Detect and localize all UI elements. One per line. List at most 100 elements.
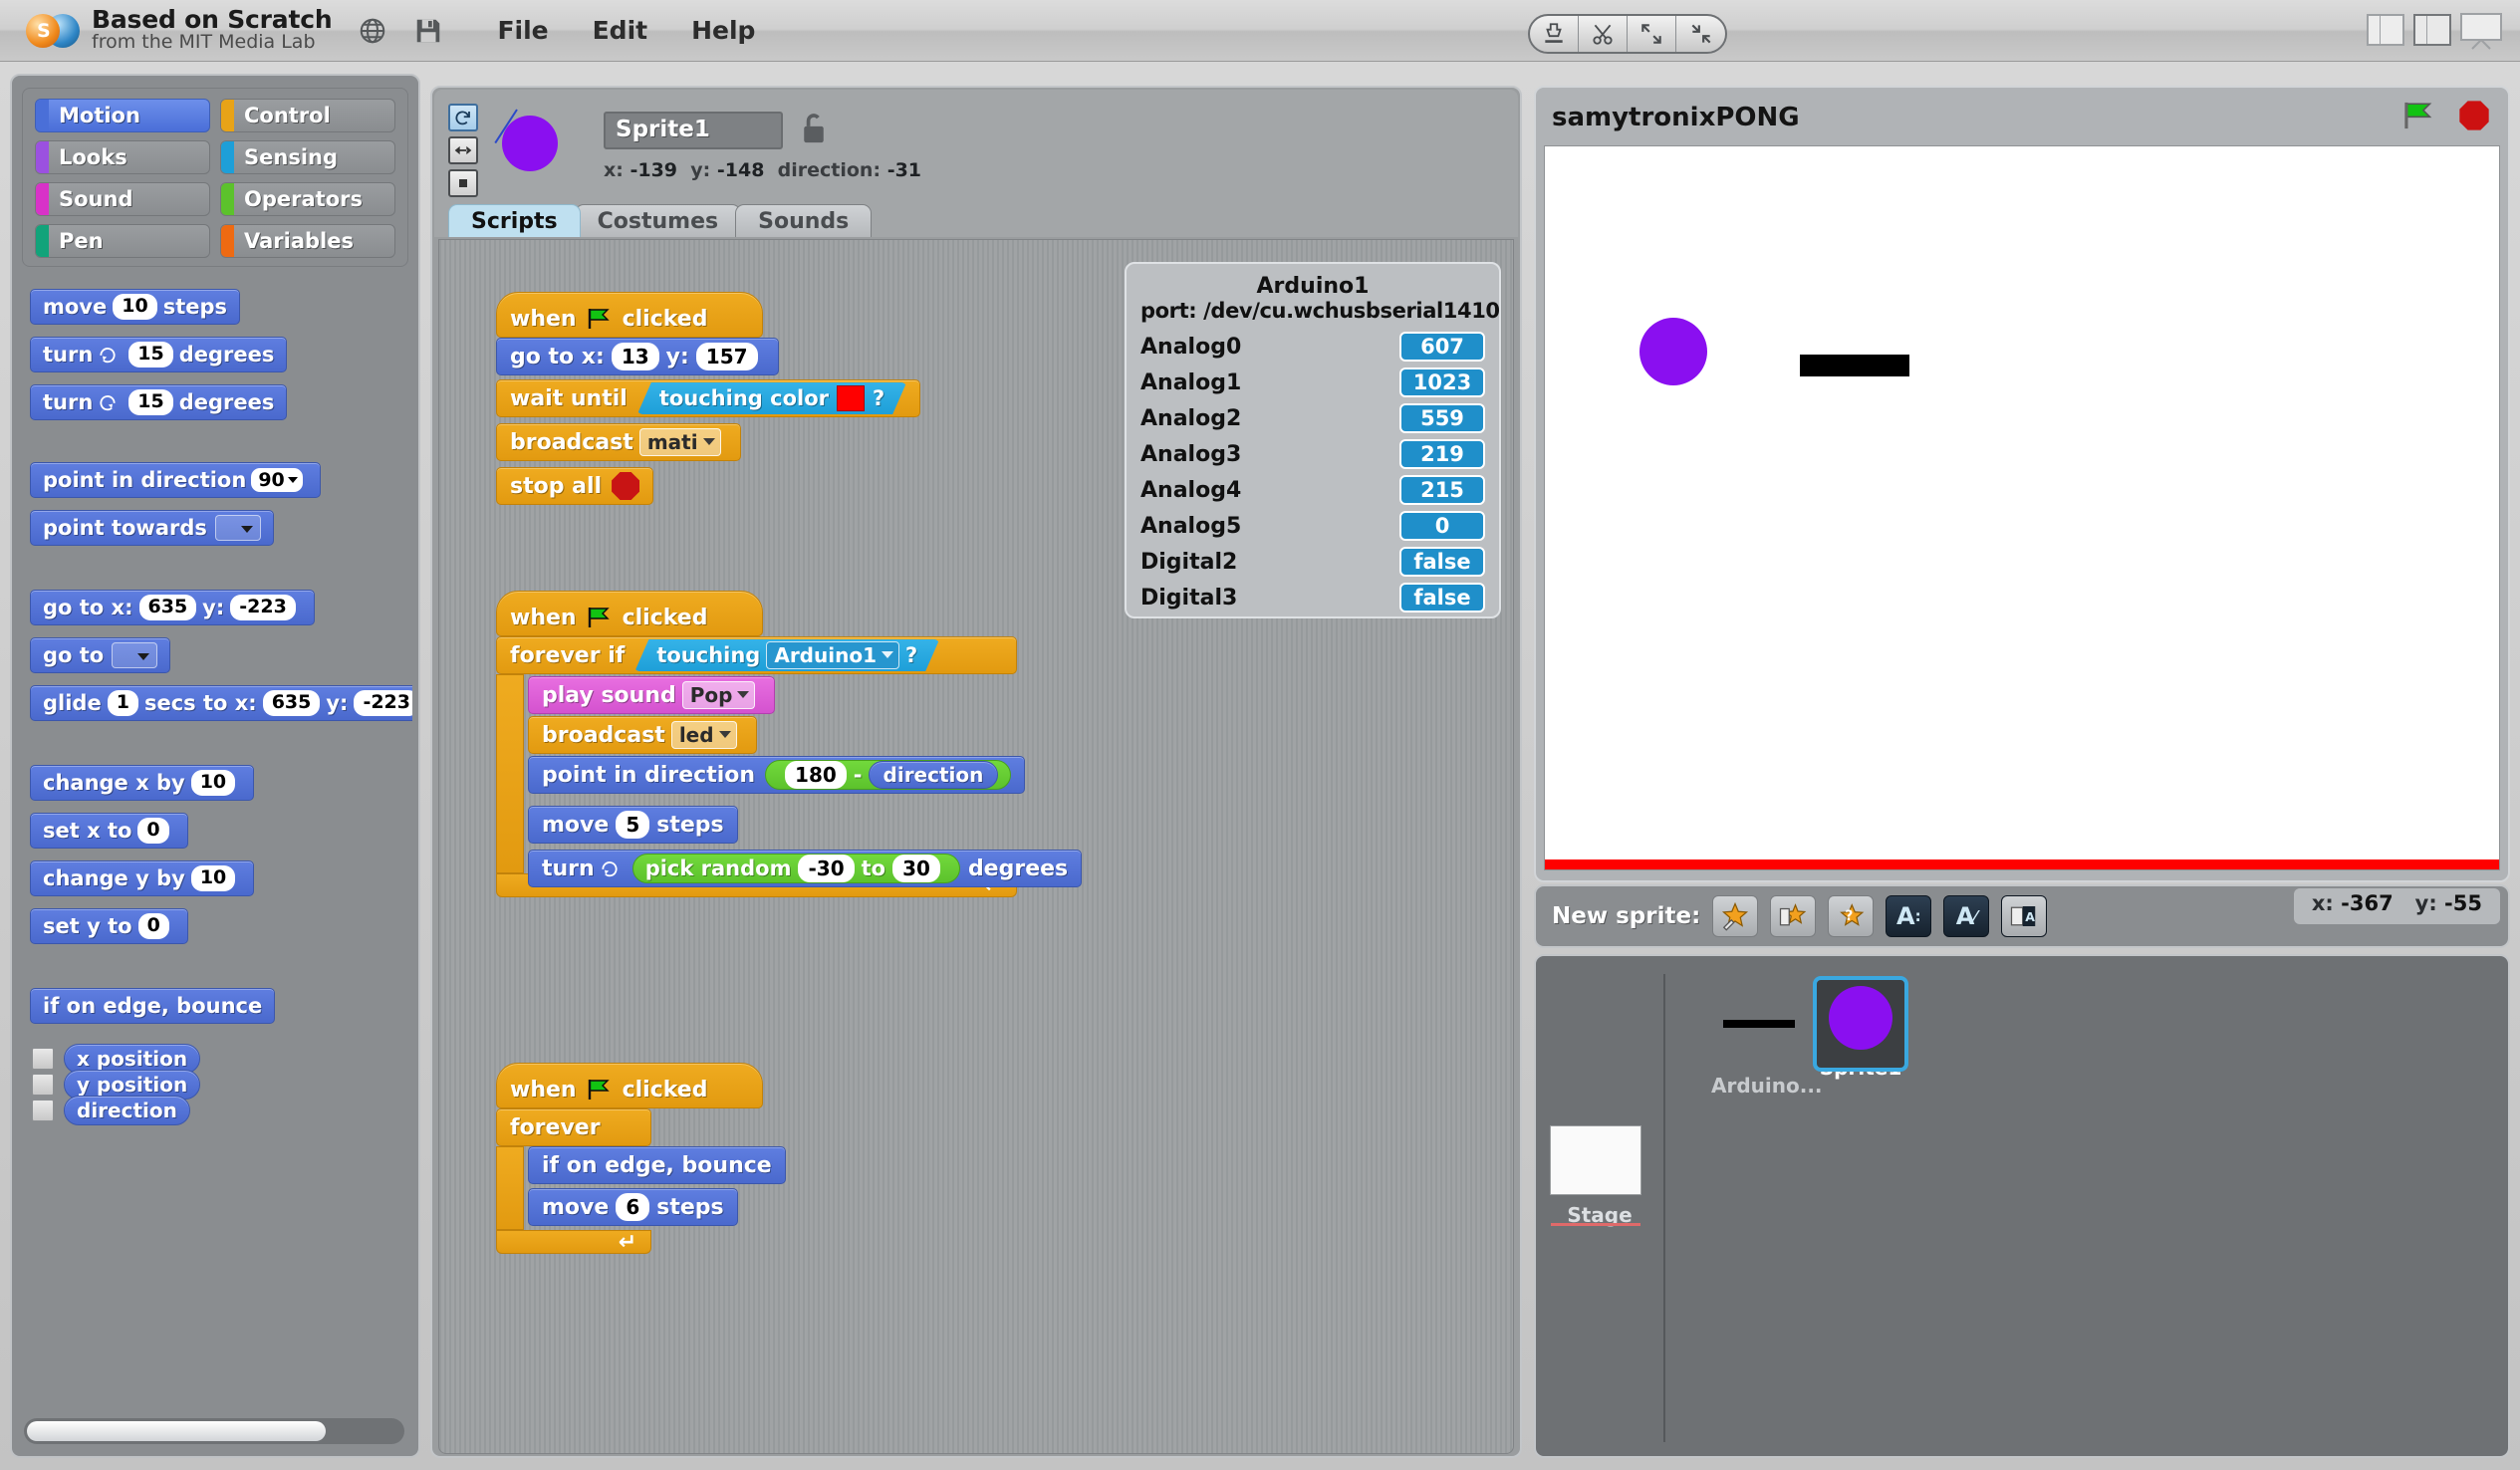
- script1-stop-all[interactable]: stop all: [496, 467, 653, 505]
- random-from-input[interactable]: -30: [798, 855, 854, 882]
- script3-move[interactable]: move 6 steps: [528, 1188, 738, 1226]
- palette-block-move[interactable]: move 10 steps: [30, 289, 240, 325]
- broadcast-message-dropdown[interactable]: mati: [639, 428, 721, 456]
- green-flag-button[interactable]: [2402, 101, 2436, 135]
- move-steps-input[interactable]: 6: [616, 1193, 649, 1221]
- set-y-input[interactable]: 0: [138, 913, 169, 939]
- unlocked-padlock-icon[interactable]: [801, 112, 827, 150]
- shrink-tool-button[interactable]: [1676, 16, 1725, 52]
- category-looks[interactable]: Looks: [35, 140, 210, 174]
- y-position-checkbox[interactable]: [32, 1074, 54, 1096]
- script2-when-flag-clicked[interactable]: when clicked: [496, 591, 763, 636]
- new-arduino-sprite-button[interactable]: A:: [1886, 895, 1931, 937]
- category-variables[interactable]: Variables: [220, 224, 395, 258]
- direction-reporter[interactable]: direction: [869, 761, 999, 789]
- set-x-input[interactable]: 0: [137, 818, 168, 844]
- category-operators[interactable]: Operators: [220, 182, 395, 216]
- palette-block-change-x[interactable]: change x by 10: [30, 765, 254, 801]
- palette-block-go-to[interactable]: go to: [30, 637, 170, 673]
- change-x-input[interactable]: 10: [191, 770, 235, 796]
- category-sensing[interactable]: Sensing: [220, 140, 395, 174]
- surprise-sprite-button[interactable]: ?: [1828, 895, 1874, 937]
- color-swatch[interactable]: [837, 385, 865, 411]
- touching-color-predicate[interactable]: touching color ?: [637, 382, 906, 414]
- sprite-cell-sprite1[interactable]: Sprite1: [1813, 976, 1908, 1080]
- x-position-checkbox[interactable]: [32, 1048, 54, 1070]
- no-rotate-icon-button[interactable]: [448, 169, 478, 197]
- script1-wait-until[interactable]: wait until touching color ?: [496, 379, 920, 417]
- menu-file[interactable]: File: [493, 14, 552, 47]
- palette-block-set-y[interactable]: set y to 0: [30, 908, 188, 944]
- palette-horizontal-scrollbar[interactable]: [24, 1418, 404, 1444]
- menu-help[interactable]: Help: [687, 14, 759, 47]
- random-to-input[interactable]: 30: [892, 855, 940, 882]
- palette-block-point-in-direction[interactable]: point in direction 90: [30, 462, 321, 498]
- duplicate-tool-button[interactable]: [1530, 16, 1579, 52]
- category-pen[interactable]: Pen: [35, 224, 210, 258]
- paint-arduino-sprite-button[interactable]: A⁄: [1943, 895, 1989, 937]
- script3-forever[interactable]: forever: [496, 1108, 651, 1146]
- direction-dropdown[interactable]: 90: [251, 468, 302, 492]
- sprite-cell-arduino[interactable]: Arduino...: [1711, 976, 1807, 1098]
- import-arduino-sprite-button[interactable]: A: [2001, 895, 2047, 937]
- flip-horizontal-icon-button[interactable]: [448, 136, 478, 164]
- touching-target-dropdown[interactable]: Arduino1: [766, 641, 899, 669]
- category-motion[interactable]: Motion: [35, 99, 210, 132]
- category-control[interactable]: Control: [220, 99, 395, 132]
- script1-when-flag-clicked[interactable]: when clicked: [496, 292, 763, 338]
- palette-block-change-y[interactable]: change y by 10: [30, 860, 254, 896]
- arduino-watcher-panel[interactable]: Arduino1 port: /dev/cu.wchusbserial1410 …: [1125, 262, 1501, 618]
- save-icon[interactable]: [413, 16, 443, 46]
- script1-broadcast[interactable]: broadcast mati: [496, 423, 741, 461]
- go-to-target-dropdown[interactable]: [112, 642, 157, 668]
- palette-block-glide[interactable]: glide 1 secs to x: 635 y: -223: [30, 685, 412, 721]
- script3-if-on-edge-bounce[interactable]: if on edge, bounce: [528, 1146, 786, 1184]
- presentation-mode-button[interactable]: [2460, 13, 2502, 47]
- palette-block-if-on-edge-bounce[interactable]: if on edge, bounce: [30, 988, 275, 1024]
- sprite-name-input[interactable]: Sprite1: [604, 112, 783, 149]
- globe-icon[interactable]: [358, 16, 387, 46]
- rotate-icon-button[interactable]: [448, 104, 478, 131]
- paddle-sprite[interactable]: [1800, 355, 1909, 376]
- pick-random-operator[interactable]: pick random -30 to 30: [632, 854, 960, 883]
- glide-y-input[interactable]: -223: [354, 690, 412, 716]
- goto-y-input[interactable]: 157: [696, 343, 758, 370]
- script2-turn[interactable]: turn pick random -30 to 30 degrees: [528, 850, 1082, 887]
- goto-y-input[interactable]: -223: [230, 595, 296, 620]
- script1-go-to-xy[interactable]: go to x: 13 y: 157: [496, 338, 779, 375]
- glide-x-input[interactable]: 635: [263, 690, 321, 716]
- sound-dropdown[interactable]: Pop: [682, 681, 756, 709]
- menu-edit[interactable]: Edit: [589, 14, 652, 47]
- goto-x-input[interactable]: 635: [139, 595, 197, 620]
- script2-broadcast[interactable]: broadcast led: [528, 716, 757, 754]
- direction-checkbox[interactable]: [32, 1100, 54, 1121]
- touching-predicate[interactable]: touching Arduino1 ?: [634, 639, 939, 671]
- palette-block-set-x[interactable]: set x to 0: [30, 813, 188, 849]
- script2-move[interactable]: move 5 steps: [528, 806, 738, 844]
- turn-degrees-input[interactable]: 15: [128, 342, 172, 368]
- palette-block-point-towards[interactable]: point towards: [30, 510, 274, 546]
- stage-canvas[interactable]: [1544, 145, 2500, 870]
- change-y-input[interactable]: 10: [191, 865, 235, 891]
- script2-point-in-direction[interactable]: point in direction 180 - direction: [528, 756, 1025, 794]
- palette-block-turn-cw[interactable]: turn 15 degrees: [30, 337, 287, 372]
- small-stage-layout-button[interactable]: [2367, 14, 2404, 46]
- scrollbar-thumb[interactable]: [27, 1421, 326, 1441]
- grow-tool-button[interactable]: [1628, 16, 1676, 52]
- point-towards-dropdown[interactable]: [215, 515, 261, 541]
- import-sprite-button[interactable]: [1770, 895, 1816, 937]
- script2-forever-if[interactable]: forever if touching Arduino1 ?: [496, 636, 1017, 674]
- move-steps-input[interactable]: 5: [616, 811, 649, 839]
- script3-when-flag-clicked[interactable]: when clicked: [496, 1063, 763, 1108]
- palette-block-turn-ccw[interactable]: turn 15 degrees: [30, 384, 287, 420]
- paint-new-sprite-button[interactable]: [1712, 895, 1758, 937]
- turn-degrees-input[interactable]: 15: [128, 389, 172, 415]
- palette-block-direction[interactable]: direction: [64, 1096, 190, 1125]
- tab-scripts[interactable]: Scripts: [448, 204, 581, 237]
- goto-x-input[interactable]: 13: [612, 343, 659, 370]
- palette-block-go-to-xy[interactable]: go to x: 635 y: -223: [30, 590, 315, 625]
- normal-stage-layout-button[interactable]: [2413, 14, 2451, 46]
- broadcast-message-dropdown[interactable]: led: [671, 721, 737, 749]
- glide-secs-input[interactable]: 1: [108, 690, 138, 716]
- scripts-canvas[interactable]: when clicked go to x: 13 y: 157 wait unt…: [438, 239, 1514, 1454]
